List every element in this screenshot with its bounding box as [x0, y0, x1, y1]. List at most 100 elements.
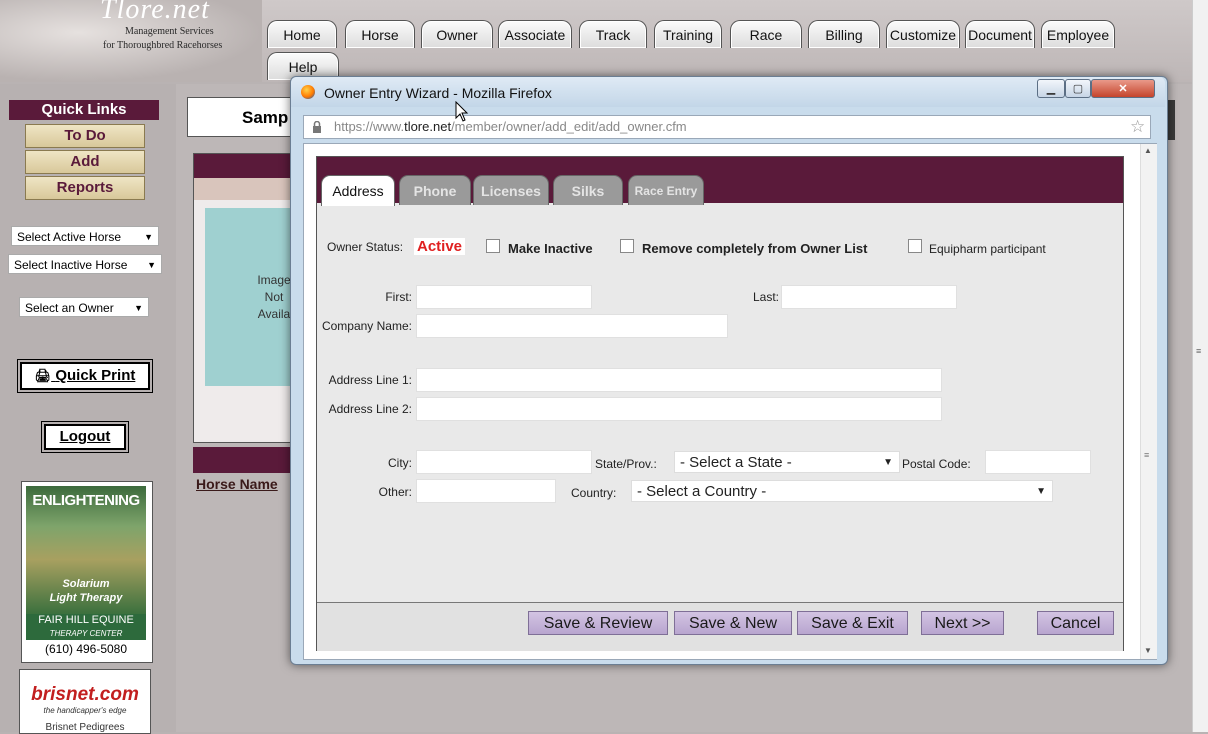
bookmark-star-icon[interactable]: ☆ — [1130, 117, 1145, 137]
page-content: Address Phone Licenses Silks Race Entry … — [303, 143, 1157, 660]
nav-billing[interactable]: Billing — [808, 20, 880, 48]
scroll-up-icon[interactable]: ▲ — [1144, 146, 1152, 155]
logo-subtitle-2: for Thoroughbred Racehorses — [103, 40, 223, 51]
quick-link-todo[interactable]: To Do — [25, 124, 145, 148]
url-text: https://www.tlore.net/member/owner/add_e… — [334, 119, 687, 134]
equipharm-checkbox[interactable] — [908, 239, 922, 253]
nav-associate[interactable]: Associate — [498, 20, 572, 48]
minimize-button[interactable]: ▁ — [1037, 79, 1065, 98]
postal-code-input[interactable] — [985, 450, 1091, 474]
nav-home[interactable]: Home — [267, 20, 337, 48]
site-logo: Tlore.net — [100, 0, 210, 25]
nav-race[interactable]: Race — [730, 20, 802, 48]
printer-icon: 🖨 — [34, 368, 52, 383]
tab-silks[interactable]: Silks — [553, 175, 623, 205]
ad1-subtitle-2: Light Therapy — [49, 592, 123, 604]
tab-phone[interactable]: Phone — [399, 175, 471, 205]
horse-name-header[interactable]: Horse Name — [196, 476, 278, 492]
brisnet-caption: Brisnet Pedigrees — [45, 722, 125, 733]
first-name-label: First: — [385, 290, 412, 304]
other-input[interactable] — [416, 479, 556, 503]
tab-race-entry[interactable]: Race Entry — [628, 175, 704, 205]
quick-link-reports[interactable]: Reports — [25, 176, 145, 200]
logout-button[interactable]: Logout — [41, 421, 129, 453]
address-line-1-label: Address Line 1: — [328, 373, 412, 387]
state-select[interactable]: - Select a State - ▼ — [674, 451, 900, 473]
inner-scrollbar[interactable] — [1140, 144, 1157, 659]
state-select-value: - Select a State - — [680, 454, 792, 471]
country-label: Country: — [571, 486, 617, 500]
chevron-down-icon: ▼ — [144, 232, 153, 242]
quick-print-label: Quick Print — [55, 367, 136, 384]
remove-owner-checkbox[interactable] — [620, 239, 634, 253]
page-scrollbar[interactable] — [1192, 0, 1208, 732]
company-name-label: Company Name: — [321, 319, 412, 333]
state-label: State/Prov.: — [595, 457, 657, 471]
postal-code-label: Postal Code: — [902, 457, 971, 471]
next-button[interactable]: Next >> — [921, 611, 1004, 635]
nav-owner[interactable]: Owner — [421, 20, 493, 48]
brisnet-logo: brisnet.com — [31, 684, 139, 705]
url-bar[interactable]: https://www.tlore.net/member/owner/add_e… — [303, 115, 1151, 139]
ad1-phone: (610) 496-5080 — [44, 642, 128, 656]
cancel-button[interactable]: Cancel — [1037, 611, 1114, 635]
logo-area: Tlore.net Management Services for Thorou… — [0, 0, 262, 82]
select-owner[interactable]: Select an Owner ▼ — [19, 297, 149, 317]
logo-subtitle-1: Management Services — [125, 26, 214, 37]
equipharm-label: Equipharm participant — [929, 242, 1046, 256]
horse-panel-subbar — [194, 178, 304, 200]
maximize-button[interactable]: ▢ — [1065, 79, 1091, 98]
make-inactive-label: Make Inactive — [508, 241, 593, 256]
window-titlebar[interactable]: Owner Entry Wizard - Mozilla Firefox ▁ ▢… — [291, 77, 1165, 107]
nav-training[interactable]: Training — [654, 20, 722, 48]
scroll-grip-icon: ≡ — [1144, 450, 1150, 460]
ad-brisnet[interactable]: brisnet.com the handicapper's edge Brisn… — [19, 669, 151, 734]
owner-form: Address Phone Licenses Silks Race Entry … — [316, 156, 1124, 651]
address-line-1-input[interactable] — [416, 368, 942, 392]
quick-links-title: Quick Links — [9, 100, 159, 120]
ad-horse-image: ENLIGHTENING Solarium Light Therapy FAIR… — [26, 486, 146, 640]
lock-icon — [313, 121, 321, 133]
minimize-icon: ▁ — [1046, 83, 1056, 95]
scroll-down-icon[interactable]: ▼ — [1144, 646, 1152, 655]
last-name-label: Last: — [752, 290, 779, 304]
save-new-button[interactable]: Save & New — [674, 611, 792, 635]
close-button[interactable]: ✕ — [1091, 79, 1155, 98]
company-name-input[interactable] — [416, 314, 728, 338]
nav-customize[interactable]: Customize — [886, 20, 960, 48]
make-inactive-checkbox[interactable] — [486, 239, 500, 253]
select-owner-label: Select an Owner — [25, 301, 114, 315]
nav-horse[interactable]: Horse — [345, 20, 415, 48]
owner-status-value: Active — [414, 238, 466, 255]
address-line-2-input[interactable] — [416, 397, 942, 421]
nav-document[interactable]: Document — [965, 20, 1035, 48]
quick-print-button[interactable]: 🖨 Quick Print — [17, 359, 153, 393]
first-name-input[interactable] — [416, 285, 592, 309]
nav-track[interactable]: Track — [579, 20, 647, 48]
select-active-horse[interactable]: Select Active Horse ▼ — [11, 226, 159, 246]
mouse-cursor-icon — [455, 101, 469, 122]
ad1-title: ENLIGHTENING — [32, 492, 140, 509]
scroll-grip-icon: ≡ — [1196, 346, 1202, 356]
select-inactive-horse[interactable]: Select Inactive Horse ▼ — [8, 254, 162, 274]
select-active-horse-label: Select Active Horse — [17, 230, 122, 244]
other-label: Other: — [378, 485, 412, 499]
nav-employee[interactable]: Employee — [1041, 20, 1115, 48]
country-select[interactable]: - Select a Country - ▼ — [631, 480, 1053, 502]
brisnet-tagline: the handicapper's edge — [43, 706, 127, 715]
last-name-input[interactable] — [781, 285, 957, 309]
remove-owner-label: Remove completely from Owner List — [642, 241, 868, 256]
tab-licenses[interactable]: Licenses — [473, 175, 549, 205]
chevron-down-icon: ▼ — [134, 303, 143, 313]
save-exit-button[interactable]: Save & Exit — [797, 611, 908, 635]
ad-fair-hill-equine[interactable]: ENLIGHTENING Solarium Light Therapy FAIR… — [21, 481, 153, 663]
url-prefix: https://www. — [334, 119, 405, 134]
owner-entry-wizard-window: Owner Entry Wizard - Mozilla Firefox ▁ ▢… — [290, 76, 1168, 665]
quick-link-add[interactable]: Add — [25, 150, 145, 174]
tab-address[interactable]: Address — [321, 175, 395, 206]
horse-panel-bar — [194, 154, 304, 178]
ad1-subtitle: Solarium — [62, 578, 110, 590]
save-review-button[interactable]: Save & Review — [528, 611, 668, 635]
city-label: City: — [388, 456, 412, 470]
city-input[interactable] — [416, 450, 592, 474]
